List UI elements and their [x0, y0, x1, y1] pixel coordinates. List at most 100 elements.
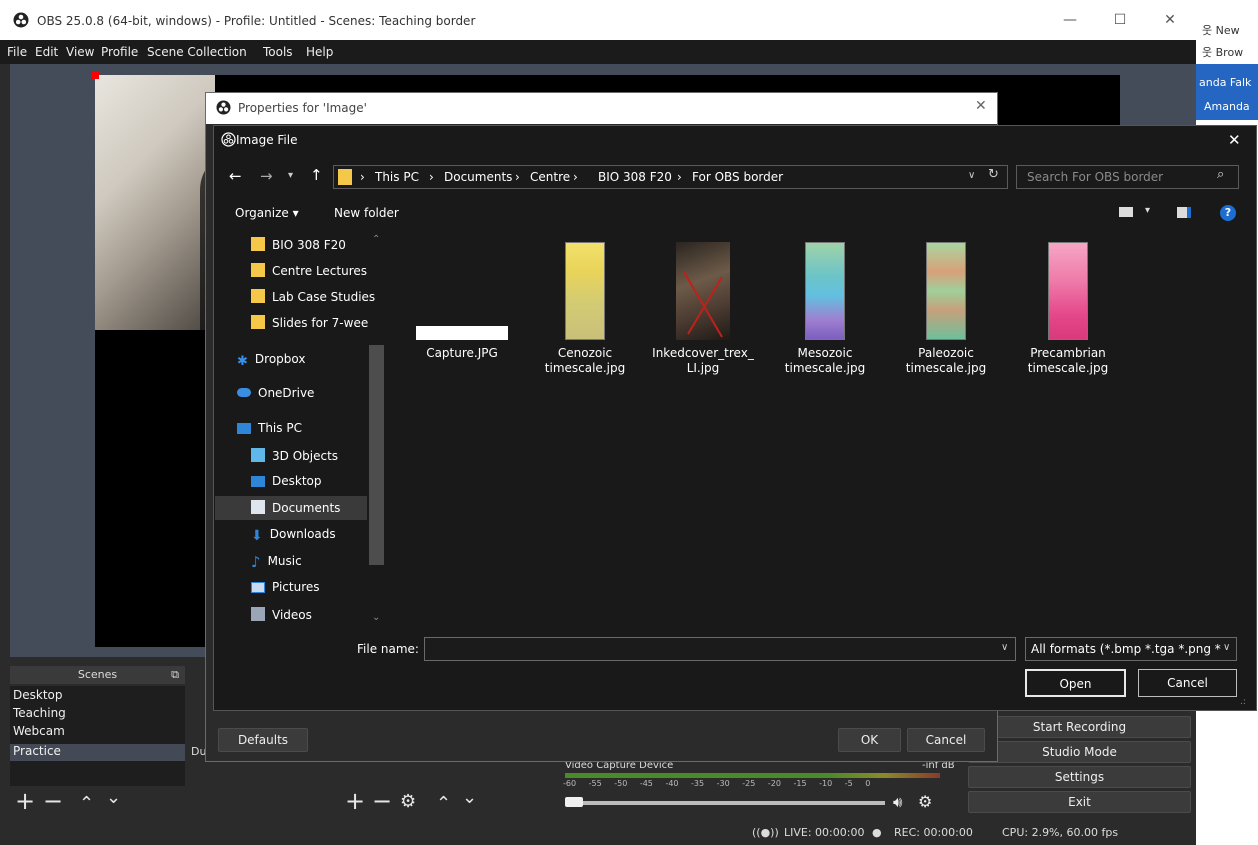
move-up-icon[interactable]: ⌃: [79, 792, 94, 816]
remove-source-icon[interactable]: −: [372, 789, 392, 813]
breadcrumb-centre[interactable]: Centre: [530, 170, 570, 184]
file-item-cenozoic[interactable]: Cenozoic timescale.jpg: [530, 242, 640, 376]
file-name-input[interactable]: [424, 637, 1016, 661]
file-dialog-close-icon[interactable]: ✕: [1228, 131, 1241, 149]
view-options-icon[interactable]: [1119, 207, 1133, 217]
file-type-filter[interactable]: All formats (*.bmp *.tga *.png *: [1025, 637, 1237, 661]
file-item-inkedcover[interactable]: Inkedcover_trex_ LI.jpg: [648, 242, 758, 376]
file-name-line2: timescale.jpg: [784, 361, 866, 375]
nav-label: Centre Lectures: [272, 264, 368, 278]
nav-item-desktop[interactable]: Desktop: [251, 474, 383, 498]
transform-handle[interactable]: [92, 72, 99, 79]
start-recording-button[interactable]: Start Recording: [968, 716, 1191, 738]
speaker-icon[interactable]: 🔊︎: [893, 793, 902, 811]
nav-item-music[interactable]: ♪ Music: [251, 553, 383, 577]
menu-help[interactable]: Help: [306, 45, 333, 59]
nav-item-dropbox[interactable]: ✱ Dropbox: [237, 352, 369, 376]
nav-label: Pictures: [272, 580, 320, 594]
undock-icon[interactable]: ⧉: [171, 666, 179, 684]
file-item-paleozoic[interactable]: Paleozoic timescale.jpg: [891, 242, 1001, 376]
mixer-gear-icon[interactable]: ⚙: [918, 792, 932, 811]
nav-item-onedrive[interactable]: OneDrive: [237, 386, 369, 410]
file-item-mesozoic[interactable]: Mesozoic timescale.jpg: [770, 242, 880, 376]
preview-pane-icon[interactable]: [1177, 207, 1191, 218]
menu-file[interactable]: File: [7, 45, 27, 59]
contact-name[interactable]: Amanda: [1204, 100, 1250, 113]
rec-icon: ●: [872, 826, 882, 839]
teams-browse-link[interactable]: 웃 Brow: [1202, 44, 1243, 60]
source-down-icon[interactable]: ⌄: [462, 786, 477, 810]
refresh-icon[interactable]: ↻: [988, 167, 999, 182]
recent-chevron-icon[interactable]: ▾: [288, 170, 293, 181]
source-settings-icon[interactable]: ⚙: [400, 790, 416, 814]
file-name-dropdown-icon[interactable]: ∨: [1001, 642, 1008, 653]
scene-item[interactable]: Practice: [13, 744, 61, 758]
new-folder-button[interactable]: New folder: [334, 206, 399, 220]
volume-slider-track[interactable]: [565, 801, 885, 805]
close-icon[interactable]: ✕: [1150, 8, 1190, 32]
file-name-line1: Precambrian: [1030, 346, 1106, 360]
properties-close-icon[interactable]: ✕: [975, 98, 987, 114]
videos-icon: [251, 607, 265, 621]
search-icon[interactable]: ⌕: [1217, 167, 1224, 182]
scene-item[interactable]: Teaching: [13, 706, 66, 720]
contact-name[interactable]: anda Falk: [1199, 76, 1251, 89]
nav-item-downloads[interactable]: ⬇ Downloads: [251, 527, 383, 551]
defaults-button[interactable]: Defaults: [218, 728, 308, 752]
scene-item[interactable]: Desktop: [13, 688, 63, 702]
nav-item-3d-objects[interactable]: 3D Objects: [251, 448, 383, 472]
open-button[interactable]: Open: [1025, 669, 1126, 697]
folder-icon: [251, 263, 265, 277]
file-thumbnail: [676, 242, 730, 340]
menu-profile[interactable]: Profile: [101, 45, 138, 59]
breadcrumb-documents[interactable]: Documents: [444, 170, 512, 184]
scene-item[interactable]: Webcam: [13, 724, 65, 738]
minimize-icon[interactable]: —: [1050, 8, 1090, 32]
up-arrow-icon[interactable]: ↑: [310, 166, 323, 184]
file-item-precambrian[interactable]: Precambrian timescale.jpg: [1013, 242, 1123, 376]
help-icon[interactable]: ?: [1220, 205, 1236, 221]
menu-edit[interactable]: Edit: [35, 45, 58, 59]
view-dropdown-icon[interactable]: ▾: [1145, 205, 1150, 216]
address-dropdown-icon[interactable]: ∨: [968, 170, 975, 181]
breadcrumb-separator: ›: [429, 170, 434, 184]
ok-button[interactable]: OK: [838, 728, 901, 752]
maximize-icon[interactable]: ☐: [1100, 8, 1140, 32]
exit-button[interactable]: Exit: [968, 791, 1191, 813]
computer-icon: [237, 423, 251, 434]
filter-dropdown-icon[interactable]: ∨: [1221, 642, 1231, 653]
add-source-icon[interactable]: +: [345, 789, 365, 813]
cancel-button[interactable]: Cancel: [1138, 669, 1237, 697]
file-item-capture[interactable]: Capture.JPG: [407, 242, 517, 361]
back-arrow-icon[interactable]: ←: [229, 167, 242, 185]
menu-scene-collection[interactable]: Scene Collection: [147, 45, 247, 59]
nav-item-documents[interactable]: Documents: [251, 500, 383, 524]
nav-label: This PC: [258, 421, 302, 435]
nav-item-centre-lectures[interactable]: Centre Lectures: [251, 263, 383, 287]
teams-new-link[interactable]: 웃 New: [1202, 22, 1240, 38]
nav-item-this-pc[interactable]: This PC: [237, 421, 369, 445]
volume-slider-knob[interactable]: [565, 797, 583, 807]
live-icon: ((●)): [752, 826, 779, 839]
add-scene-icon[interactable]: +: [15, 789, 35, 813]
move-down-icon[interactable]: ⌄: [106, 786, 121, 810]
source-up-icon[interactable]: ⌃: [436, 792, 451, 816]
breadcrumb-bio308[interactable]: BIO 308 F20: [598, 170, 672, 184]
nav-item-videos[interactable]: Videos: [251, 607, 383, 631]
studio-mode-button[interactable]: Studio Mode: [968, 741, 1191, 763]
nav-item-bio308[interactable]: BIO 308 F20: [251, 237, 383, 261]
organize-menu[interactable]: Organize ▾: [235, 206, 299, 220]
menu-view[interactable]: View: [66, 45, 94, 59]
settings-button[interactable]: Settings: [968, 766, 1191, 788]
menu-tools[interactable]: Tools: [263, 45, 293, 59]
nav-item-lab-case-studies[interactable]: Lab Case Studies: [251, 289, 383, 313]
props-cancel-button[interactable]: Cancel: [907, 728, 985, 752]
forward-arrow-icon[interactable]: →: [260, 167, 273, 185]
nav-label: 3D Objects: [272, 449, 339, 463]
resize-grip-icon[interactable]: .:: [1240, 697, 1246, 707]
breadcrumb-for-obs-border[interactable]: For OBS border: [692, 170, 783, 184]
remove-scene-icon[interactable]: −: [43, 789, 63, 813]
nav-item-pictures[interactable]: Pictures: [251, 580, 383, 604]
breadcrumb-this-pc[interactable]: This PC: [375, 170, 419, 184]
nav-item-slides[interactable]: Slides for 7-week: [251, 315, 369, 339]
